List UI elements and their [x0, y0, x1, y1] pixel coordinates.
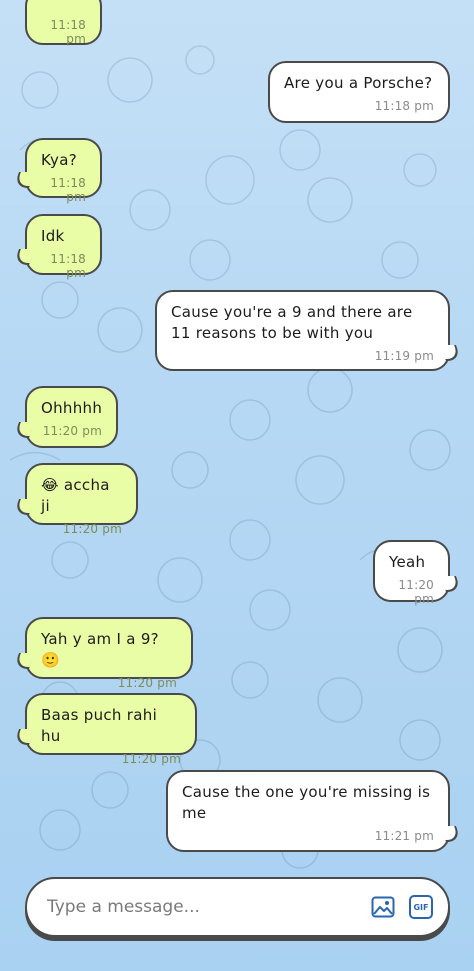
message-outgoing: Yeah 11:20 pm: [373, 540, 450, 606]
message-text: Yah y am I a 9? 🙂: [41, 630, 159, 669]
message-incoming: Ohhhhh 11:20 pm: [25, 386, 118, 448]
message-time: 11:18 pm: [50, 176, 86, 204]
message-outgoing: Cause you're a 9 and there are 11 reason…: [155, 290, 450, 371]
message-input[interactable]: [47, 897, 358, 917]
message-text: Idk: [41, 227, 65, 245]
message-text: 😂 accha ji: [41, 476, 110, 515]
message-text: Cause the one you're missing is me: [182, 783, 431, 822]
gif-button[interactable]: GIF: [408, 894, 434, 920]
message-composer: GIF: [25, 877, 450, 937]
message-time: 11:20 pm: [42, 424, 102, 438]
message-text: Kya?: [41, 151, 77, 169]
message-outgoing: Are you a Porsche? 11:18 pm: [268, 61, 450, 123]
message-incoming: Idk 11:18 pm: [25, 214, 102, 280]
image-icon: [371, 896, 395, 918]
message-text: Baas puch rahi hu: [41, 706, 158, 745]
message-incoming: Kya? 11:18 pm: [25, 138, 102, 204]
message-time: 11:20 pm: [121, 752, 181, 766]
message-time: 11:20 pm: [62, 522, 122, 536]
message-time: 11:18 pm: [50, 18, 86, 46]
message-text: Are you a Porsche?: [284, 74, 433, 92]
image-attach-button[interactable]: [370, 894, 396, 920]
gif-icon: GIF: [409, 895, 433, 919]
message-text: Ohhhhh: [41, 399, 103, 417]
message-text: Yeah: [389, 553, 426, 571]
message-list: 11:18 pm Are you a Porsche? 11:18 pm Kya…: [0, 0, 474, 880]
message-time: 11:19 pm: [374, 349, 434, 363]
message-time: 11:20 pm: [117, 676, 177, 690]
message-time: 11:18 pm: [50, 252, 86, 280]
message-time: 11:18 pm: [374, 99, 434, 113]
message-incoming: Yah y am I a 9? 🙂 11:20 pm: [25, 617, 193, 690]
message-time: 11:20 pm: [398, 578, 434, 606]
message-text: Cause you're a 9 and there are 11 reason…: [171, 303, 413, 342]
message-outgoing: Cause the one you're missing is me 11:21…: [166, 770, 450, 852]
message-incoming: 11:18 pm: [25, 0, 102, 46]
message-incoming: 😂 accha ji 11:20 pm: [25, 463, 138, 536]
message-time: 11:21 pm: [374, 829, 434, 843]
message-incoming: Baas puch rahi hu 11:20 pm: [25, 693, 197, 766]
